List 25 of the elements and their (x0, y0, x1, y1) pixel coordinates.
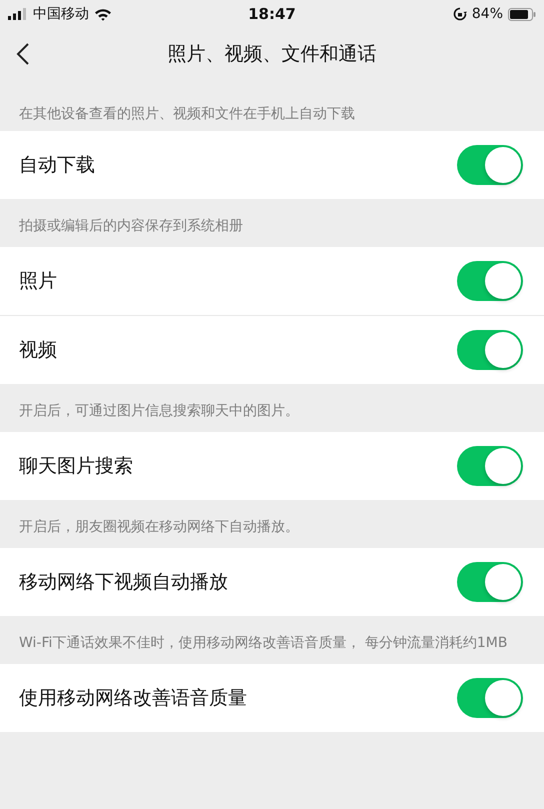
section-hint: 拍摄或编辑后的内容保存到系统相册 (18, 217, 244, 236)
signal-icon (8, 8, 28, 20)
toggle-switch[interactable] (457, 678, 523, 718)
setting-label: 自动下载 (19, 153, 95, 178)
setting-label: 使用移动网络改善语音质量 (19, 686, 247, 711)
section-hint: 开启后，朋友圈视频在移动网络下自动播放。 (18, 518, 300, 537)
clock-time: 18:47 (248, 5, 296, 23)
wifi-icon (94, 8, 112, 20)
toggle-switch[interactable] (457, 330, 523, 370)
toggle-switch[interactable] (457, 562, 523, 602)
section-hint: 在其他设备查看的照片、视频和文件在手机上自动下载 (18, 105, 356, 124)
toggle-switch[interactable] (457, 261, 523, 301)
setting-label: 视频 (19, 338, 57, 363)
setting-label: 照片 (19, 269, 57, 294)
page-title: 照片、视频、文件和通话 (168, 42, 376, 67)
toggle-switch[interactable] (457, 446, 523, 486)
section-hint: 开启后，可通过图片信息搜索聊天中的图片。 (18, 402, 300, 421)
battery-percent: 84% (472, 6, 503, 22)
carrier-name: 中国移动 (33, 5, 89, 23)
orientation-lock-icon (452, 7, 467, 21)
toggle-switch[interactable] (457, 145, 523, 185)
battery-icon (508, 8, 536, 20)
setting-label: 移动网络下视频自动播放 (19, 570, 228, 595)
setting-label: 聊天图片搜索 (19, 454, 133, 479)
section-hint: Wi-Fi下通话效果不佳时，使用移动网络改善语音质量， 每分钟流量消耗约1MB (18, 634, 508, 653)
